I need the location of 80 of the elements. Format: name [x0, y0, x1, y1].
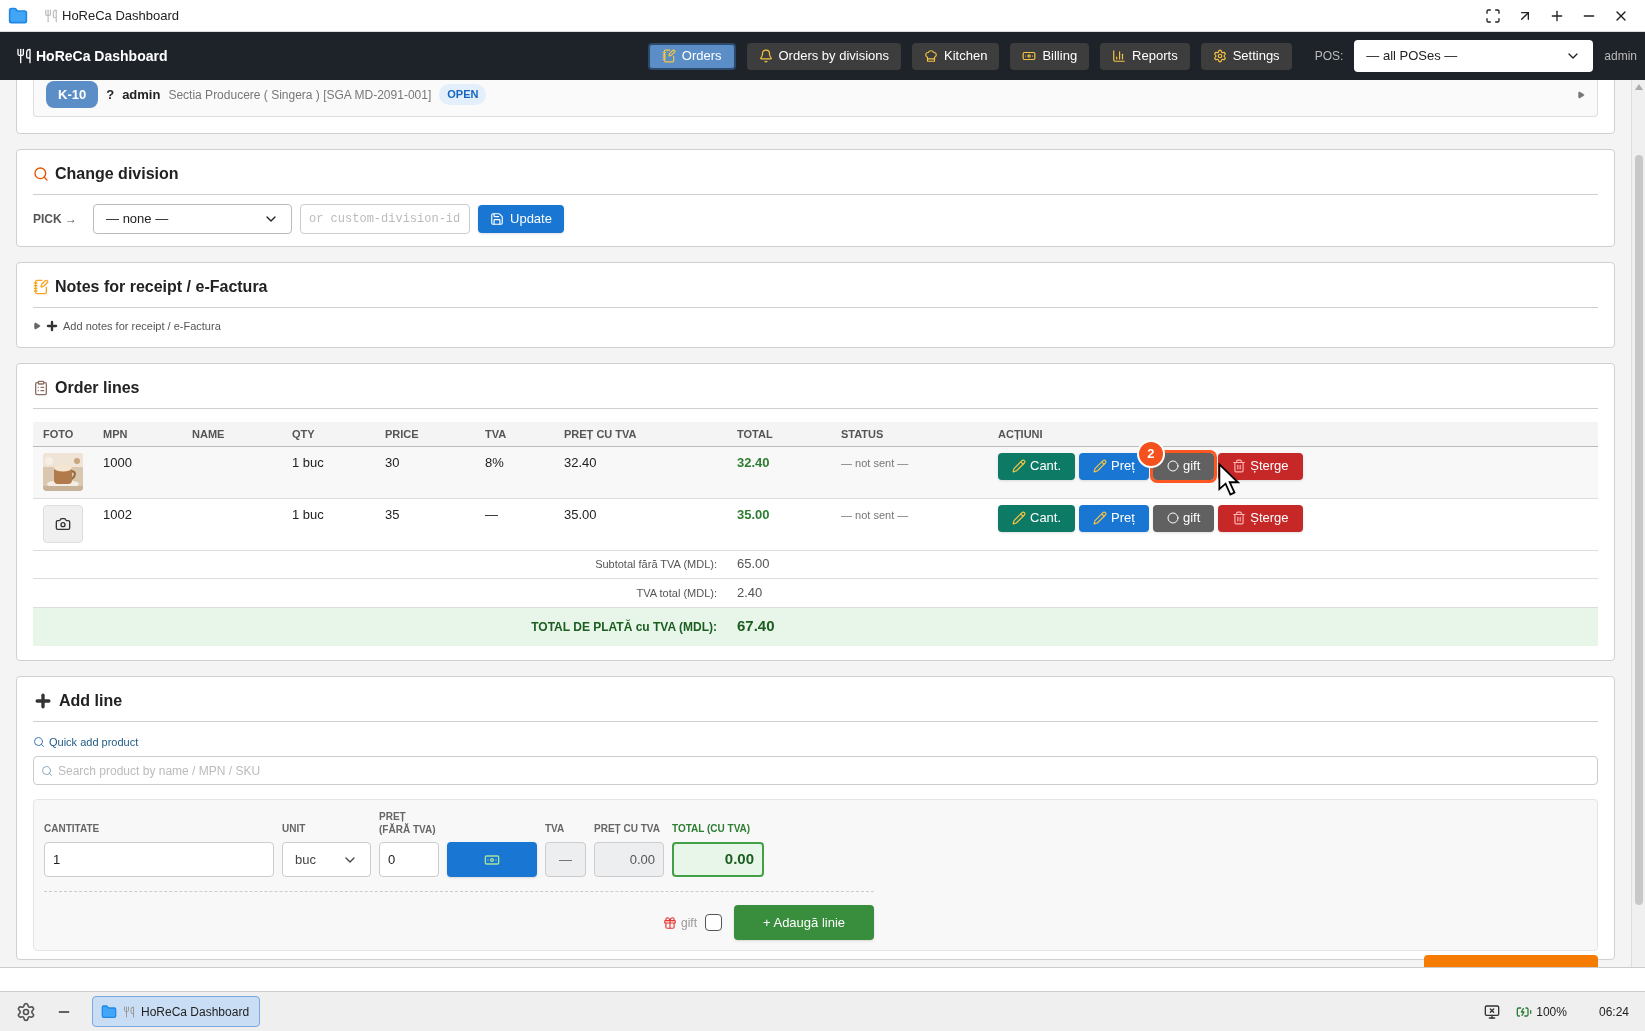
- division-label: Sectia Producere ( Singera ) [SGA MD-2091-001]: [168, 86, 432, 104]
- grand-total-label: TOTAL DE PLATĂ cu TVA (MDL):: [531, 619, 717, 634]
- column-header: MPN: [103, 427, 128, 440]
- section-title: Notes for receipt / e-Factura: [55, 277, 268, 297]
- field-label: PREȚ (FĂRĂ TVA): [379, 810, 437, 836]
- column-header: TOTAL: [737, 427, 773, 440]
- nav-tab[interactable]: Settings: [1200, 42, 1292, 70]
- status-badge: OPEN: [439, 84, 487, 105]
- nav-tab[interactable]: Reports: [1100, 42, 1190, 70]
- window-title: HoReCa Dashboard: [62, 6, 180, 25]
- clock: 06:24: [1598, 1003, 1629, 1021]
- nav-tab[interactable]: Orders by divisions: [746, 42, 902, 70]
- table-cell: 35: [385, 506, 400, 522]
- quantity-button[interactable]: Cant.: [998, 452, 1076, 480]
- table-cell: — not sent —: [841, 456, 909, 469]
- brand-title: HoReCa Dashboard: [36, 46, 168, 66]
- unit-select[interactable]: buc: [282, 842, 371, 877]
- section-title: Change division: [55, 164, 179, 184]
- gift-label: gift: [681, 914, 697, 932]
- pick-label: PICK →: [33, 211, 77, 228]
- field-label: CANTITATE: [44, 822, 101, 836]
- tva-label: TVA total (MDL):: [636, 586, 717, 599]
- table-cell: —: [485, 506, 498, 522]
- price-field[interactable]: 0: [379, 842, 439, 877]
- table-cell: 1 buc: [292, 454, 324, 470]
- tva-field: —: [545, 842, 586, 877]
- tva-value: 2.40: [737, 584, 763, 600]
- table-cell: 32.40: [737, 454, 770, 470]
- quantity-field[interactable]: 1: [44, 842, 274, 877]
- column-header: FOTO: [43, 427, 74, 440]
- taskbar-task[interactable]: HoReCa Dashboard: [92, 996, 260, 1027]
- table-label: ?: [106, 85, 115, 104]
- table-cell: 1000: [103, 454, 132, 470]
- order-summary-bar[interactable]: K-10 ? admin Sectia Producere ( Singera ) [SGA MD-2091-001] OPEN: [33, 80, 1598, 117]
- pos-select[interactable]: — all POSes —: [1354, 40, 1594, 72]
- column-header: PRICE: [385, 427, 419, 440]
- notes-toggle[interactable]: Add notes for receipt / e-Factura: [33, 308, 1598, 335]
- grand-total-value: 67.40: [737, 617, 775, 635]
- total-field: 0.00: [672, 842, 764, 877]
- gift-button[interactable]: gift: [1152, 504, 1215, 532]
- quantity-button[interactable]: Cant.: [998, 504, 1076, 532]
- subtotal-value: 65.00: [737, 556, 770, 572]
- table-cell: 1 buc: [292, 506, 324, 522]
- user-name: admin: [122, 85, 161, 104]
- column-header: STATUS: [841, 427, 884, 440]
- pos-label: POS:: [1314, 48, 1344, 65]
- delete-button[interactable]: Șterge: [1218, 452, 1303, 480]
- column-header: ACȚIUNI: [998, 427, 1043, 440]
- field-label: UNIT: [282, 822, 307, 836]
- table-cell: — not sent —: [841, 508, 909, 521]
- field-label: PREȚ CU TVA: [594, 822, 661, 836]
- table-cell: 30: [385, 454, 400, 470]
- column-header: TVA: [485, 427, 507, 440]
- table-cell: 35.00: [564, 506, 597, 522]
- column-header: PREȚ CU TVA: [564, 427, 637, 440]
- column-header: QTY: [292, 427, 315, 440]
- price-button[interactable]: Preț: [1079, 504, 1149, 532]
- update-button[interactable]: Update: [478, 205, 564, 233]
- user-name: admin: [1604, 48, 1637, 65]
- price-with-tva-field: 0.00: [594, 842, 664, 877]
- table-cell: 1002: [103, 506, 132, 522]
- quick-add-label: Quick add product: [49, 734, 139, 750]
- order-code: K-10: [46, 80, 99, 109]
- section-title: Add line: [59, 690, 123, 711]
- field-label: TVA: [545, 822, 566, 836]
- section-title: Order lines: [55, 377, 140, 398]
- battery-level: 100%: [1536, 1003, 1567, 1021]
- delete-button[interactable]: Șterge: [1218, 504, 1303, 532]
- nav-tab[interactable]: Kitchen: [912, 42, 1000, 70]
- field-label: TOTAL (CU TVA): [672, 822, 752, 836]
- add-line-button[interactable]: + Adaugă linie: [734, 905, 874, 940]
- table-cell: 35.00: [737, 506, 770, 522]
- nav-tab[interactable]: Billing: [1010, 42, 1090, 70]
- division-select[interactable]: — none —: [93, 204, 292, 234]
- column-header: NAME: [192, 427, 225, 440]
- product-search-field[interactable]: Search product by name / MPN / SKU: [33, 756, 1598, 785]
- custom-division-field[interactable]: or custom-division-id: [300, 204, 470, 234]
- subtotal-label: Subtotal fără TVA (MDL):: [595, 558, 717, 571]
- table-cell: 8%: [485, 454, 504, 470]
- table-cell: 32.40: [564, 454, 597, 470]
